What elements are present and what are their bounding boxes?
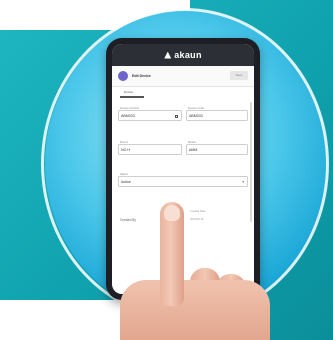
app-logo: akaun (164, 50, 202, 60)
tab-device[interactable]: Device (124, 90, 133, 94)
row-value: NO H (121, 148, 130, 152)
row-input[interactable]: NO H (118, 144, 182, 155)
device-number-input[interactable]: ABM033 (118, 110, 182, 121)
avatar (118, 71, 128, 81)
model-field: Model AMM (186, 140, 248, 156)
fingernail (164, 205, 180, 221)
scan-icon[interactable] (175, 114, 178, 118)
page-header: Edit Device Save (112, 66, 254, 87)
device-number-field: Device Number ABM033 (118, 106, 182, 122)
save-button[interactable]: Save (230, 71, 248, 80)
status-field: Status Active ▾ (118, 172, 248, 188)
device-code-field: Device Code ABM033 (186, 106, 248, 122)
status-select[interactable]: Active ▾ (118, 176, 248, 187)
hand-palm (120, 280, 270, 340)
akaun-logo-icon (164, 51, 172, 59)
model-value: AMM (189, 148, 198, 152)
app-logo-text: akaun (174, 50, 202, 60)
page-title: Edit Device (132, 74, 151, 78)
device-code-value: ABM033 (189, 114, 203, 118)
app-header: akaun (112, 44, 254, 66)
model-input[interactable]: AMM (186, 144, 248, 155)
device-number-value: ABM033 (121, 114, 135, 118)
chevron-down-icon: ▾ (242, 180, 244, 184)
tab-active-indicator (120, 96, 144, 98)
device-code-input[interactable]: ABM033 (186, 110, 248, 121)
status-value: Active (121, 180, 131, 184)
background-white-bottom (0, 300, 140, 340)
row-field: Row A NO H (118, 140, 182, 156)
tab-bar: Device (112, 86, 254, 98)
pointing-hand-image (120, 198, 270, 340)
